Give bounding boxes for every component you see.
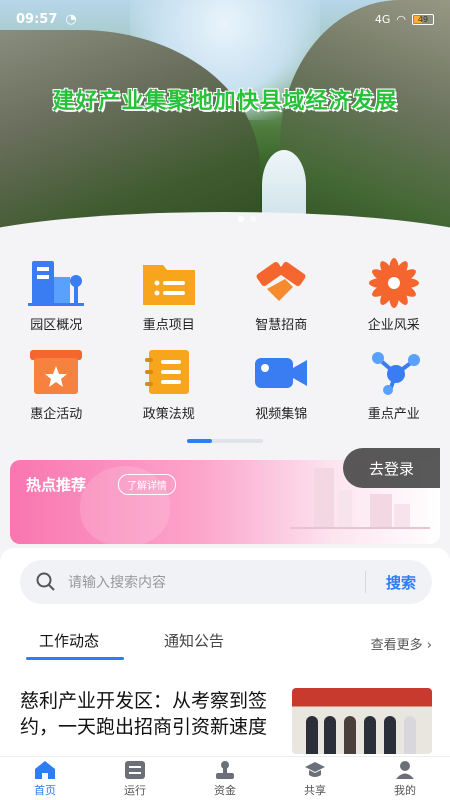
view-more-label: 查看更多	[370, 638, 423, 653]
grid-label: 重点项目	[142, 318, 195, 333]
hero-headline: 建好产业集聚地加快县域经济发展	[52, 89, 398, 114]
grid-label: 企业风采	[367, 318, 420, 333]
video-camera-icon	[252, 347, 310, 397]
learn-more-chip[interactable]: 了解详情	[118, 474, 176, 495]
grid-item-investment[interactable]: 智慧招商	[225, 258, 338, 333]
view-more-link[interactable]: 查看更多 ›	[371, 634, 432, 653]
handshake-icon	[252, 258, 310, 308]
grid-item-park[interactable]: 园区概况	[0, 258, 113, 333]
search-button[interactable]: 搜索	[386, 572, 416, 593]
nav-label: 共享	[304, 783, 326, 797]
nav-label: 首页	[34, 783, 56, 797]
battery-icon: 49	[412, 13, 434, 25]
battery-level: 49	[417, 14, 429, 24]
grid-label: 视频集锦	[255, 407, 308, 422]
grid-page-indicator	[187, 439, 263, 443]
graduation-cap-icon	[304, 760, 326, 780]
folder-list-icon	[140, 258, 198, 308]
nav-label: 资金	[214, 783, 236, 797]
user-icon	[394, 760, 416, 780]
grid-label: 政策法规	[142, 407, 195, 422]
status-bar: 09:57 ◔ 4G ◠ 49	[0, 0, 450, 38]
network-icon	[365, 347, 423, 397]
signal-type: 4G	[374, 12, 391, 26]
nav-share[interactable]: 共享	[270, 757, 360, 800]
nav-funds[interactable]: 资金	[180, 757, 270, 800]
wifi-icon: ◠	[396, 12, 406, 26]
grid-label: 智慧招商	[255, 318, 308, 333]
building-icon	[27, 258, 85, 308]
grid-item-video[interactable]: 视频集锦	[225, 347, 338, 422]
sliders-icon	[124, 760, 146, 780]
carousel-dots	[238, 216, 256, 222]
search-input[interactable]: 请输入搜索内容	[68, 572, 365, 592]
grid-item-policy[interactable]: 政策法规	[113, 347, 226, 422]
search-icon	[36, 572, 55, 591]
nav-profile[interactable]: 我的	[360, 757, 450, 800]
tab-notices[interactable]: 通知公告	[164, 630, 224, 651]
star-ticket-icon	[27, 347, 85, 397]
news-title[interactable]: 慈利产业开发区：从考察到签约，一天跑出招商引资新速度	[20, 688, 282, 756]
login-button[interactable]: 去登录	[343, 448, 440, 488]
bottom-nav: 首页 运行 资金 共享 我的	[0, 756, 450, 800]
content-card: 请输入搜索内容 搜索 工作动态 通知公告 查看更多 › 慈利产业开发区：从考察到…	[0, 548, 450, 758]
nav-operation[interactable]: 运行	[90, 757, 180, 800]
chevron-right-icon: ›	[426, 638, 432, 653]
nav-label: 运行	[124, 783, 146, 797]
home-icon	[34, 760, 56, 780]
hot-title: 热点推荐	[26, 476, 87, 494]
grid-item-key-projects[interactable]: 重点项目	[113, 258, 226, 333]
grid-label: 重点产业	[367, 407, 420, 422]
news-thumbnail[interactable]	[292, 688, 432, 754]
tab-work-news[interactable]: 工作动态	[25, 630, 125, 660]
flower-icon	[365, 258, 423, 308]
nav-home[interactable]: 首页	[0, 757, 90, 800]
grid-label: 园区概况	[30, 318, 83, 333]
grid-item-activities[interactable]: 惠企活动	[0, 347, 113, 422]
grid-item-enterprise[interactable]: 企业风采	[338, 258, 450, 333]
stamp-icon	[214, 760, 236, 780]
notebook-icon	[140, 347, 198, 397]
news-tabs: 工作动态 通知公告 查看更多 ›	[0, 626, 450, 662]
nav-label: 我的	[394, 783, 416, 797]
search-bar[interactable]: 请输入搜索内容 搜索	[20, 560, 432, 604]
feature-grid: 园区概况 重点项目 智慧招商 企业风采 惠企活动 政策法规 视频集锦 重点产业	[0, 258, 450, 422]
mountain-arch	[262, 150, 306, 220]
grid-label: 惠企活动	[30, 407, 83, 422]
app-notification-icon: ◔	[65, 11, 77, 27]
grid-item-industry[interactable]: 重点产业	[338, 347, 450, 422]
search-divider	[364, 571, 366, 593]
status-time: 09:57	[16, 11, 58, 27]
